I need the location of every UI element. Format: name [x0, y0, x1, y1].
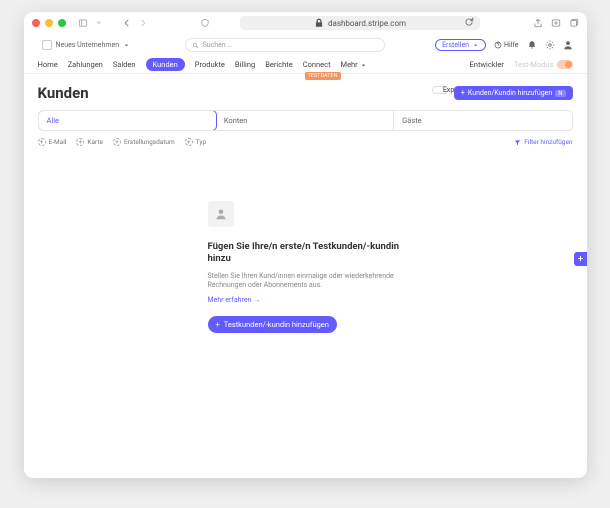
filter-icon	[514, 139, 521, 146]
nav-more[interactable]: Mehr	[341, 60, 367, 69]
filter-type[interactable]: +Typ	[185, 138, 206, 146]
nav-products[interactable]: Produkte	[195, 60, 225, 69]
nav-developers[interactable]: Entwickler	[470, 60, 504, 69]
nav-balances[interactable]: Salden	[113, 60, 136, 69]
segment-all[interactable]: Alle	[38, 110, 217, 131]
help-link[interactable]: Hilfe	[494, 41, 518, 49]
share-icon[interactable]	[533, 18, 543, 28]
person-icon	[215, 208, 227, 220]
minimize-window[interactable]	[45, 19, 53, 27]
segment-guests[interactable]: Gäste	[394, 111, 571, 130]
filter-email[interactable]: +E-Mail	[38, 138, 67, 146]
create-button[interactable]: Erstellen	[435, 39, 486, 51]
empty-state: Fügen Sie Ihre/n erste/n Testkunden/-kun…	[38, 201, 573, 333]
test-mode-toggle[interactable]: Test-Modus	[514, 60, 573, 69]
plus-icon: +	[461, 89, 465, 97]
app-window: dashboard.stripe.com Neues Unternehmen S…	[24, 12, 587, 478]
new-tab-icon[interactable]	[551, 18, 561, 28]
learn-more-link[interactable]: Mehr erfahren →	[208, 296, 423, 304]
customer-segments: Alle Konten Gäste	[38, 110, 573, 131]
maximize-window[interactable]	[58, 19, 66, 27]
filter-card[interactable]: +Karte	[76, 138, 103, 146]
add-test-customer-button[interactable]: + Testkunden/-kundin hinzufügen	[208, 316, 337, 333]
chevron-down-icon	[360, 62, 367, 69]
empty-state-icon	[208, 201, 234, 227]
back-icon[interactable]	[122, 18, 132, 28]
plus-circle-icon: +	[76, 138, 84, 146]
empty-description: Stellen Sie Ihren Kund/innen einmalige o…	[208, 272, 423, 291]
url-text: dashboard.stripe.com	[328, 19, 406, 28]
side-fab-button[interactable]: +	[574, 252, 587, 266]
nav-billing[interactable]: Billing	[235, 60, 255, 69]
testdata-badge: TESTDATEN	[305, 72, 341, 80]
reload-icon[interactable]	[464, 17, 474, 29]
add-customer-button[interactable]: + Kunden/Kundin hinzufügen N	[454, 86, 573, 100]
profile-icon[interactable]	[563, 40, 573, 50]
filter-bar: +E-Mail +Karte +Erstellungsdatum +Typ Fi…	[38, 138, 573, 146]
nav-connect[interactable]: Connect	[303, 60, 331, 69]
export-button[interactable]: Exportieren	[432, 86, 448, 94]
nav-home[interactable]: Home	[38, 60, 58, 69]
app-header: Neues Unternehmen Suchen … Erstellen Hil…	[24, 34, 587, 56]
shield-icon[interactable]	[200, 18, 210, 28]
org-switcher[interactable]: Neues Unternehmen	[38, 38, 135, 52]
filter-created[interactable]: +Erstellungsdatum	[113, 138, 175, 146]
org-avatar	[42, 40, 52, 50]
sidebar-toggle-icon[interactable]	[78, 18, 88, 28]
nav-customers[interactable]: Kunden	[146, 58, 185, 71]
help-icon	[494, 41, 502, 49]
segment-accounts[interactable]: Konten	[216, 111, 394, 130]
add-filter-button[interactable]: Filter hinzufügen	[514, 138, 572, 146]
settings-icon[interactable]	[545, 40, 555, 50]
org-name: Neues Unternehmen	[56, 41, 120, 49]
close-window[interactable]	[32, 19, 40, 27]
search-placeholder: Suchen …	[203, 41, 233, 49]
plus-icon: +	[216, 320, 220, 329]
notifications-icon[interactable]	[527, 40, 537, 50]
empty-title: Fügen Sie Ihre/n erste/n Testkunden/-kun…	[208, 241, 423, 266]
page-title: Kunden	[38, 84, 89, 102]
page-content: Kunden Exportieren + Kunden/Kundin hinzu…	[24, 74, 587, 478]
search-input[interactable]: Suchen …	[185, 38, 385, 52]
search-icon	[192, 42, 199, 49]
main-nav: Home Zahlungen Salden Kunden Produkte Bi…	[24, 56, 587, 74]
browser-chrome: dashboard.stripe.com	[24, 12, 587, 34]
nav-reports[interactable]: Berichte	[265, 60, 293, 69]
toggle-switch	[557, 60, 573, 69]
nav-payments[interactable]: Zahlungen	[68, 60, 103, 69]
lock-icon	[314, 18, 324, 28]
arrow-right-icon: →	[253, 296, 260, 304]
plus-circle-icon: +	[185, 138, 193, 146]
chevron-down-icon	[472, 42, 479, 49]
plus-circle-icon: +	[113, 138, 121, 146]
chevron-down-icon[interactable]	[94, 18, 104, 28]
traffic-lights	[32, 19, 66, 27]
plus-circle-icon: +	[38, 138, 46, 146]
chevron-down-icon	[123, 42, 130, 49]
url-bar[interactable]: dashboard.stripe.com	[240, 16, 480, 30]
tabs-icon[interactable]	[569, 18, 579, 28]
shortcut-key: N	[555, 90, 565, 97]
forward-icon[interactable]	[138, 18, 148, 28]
